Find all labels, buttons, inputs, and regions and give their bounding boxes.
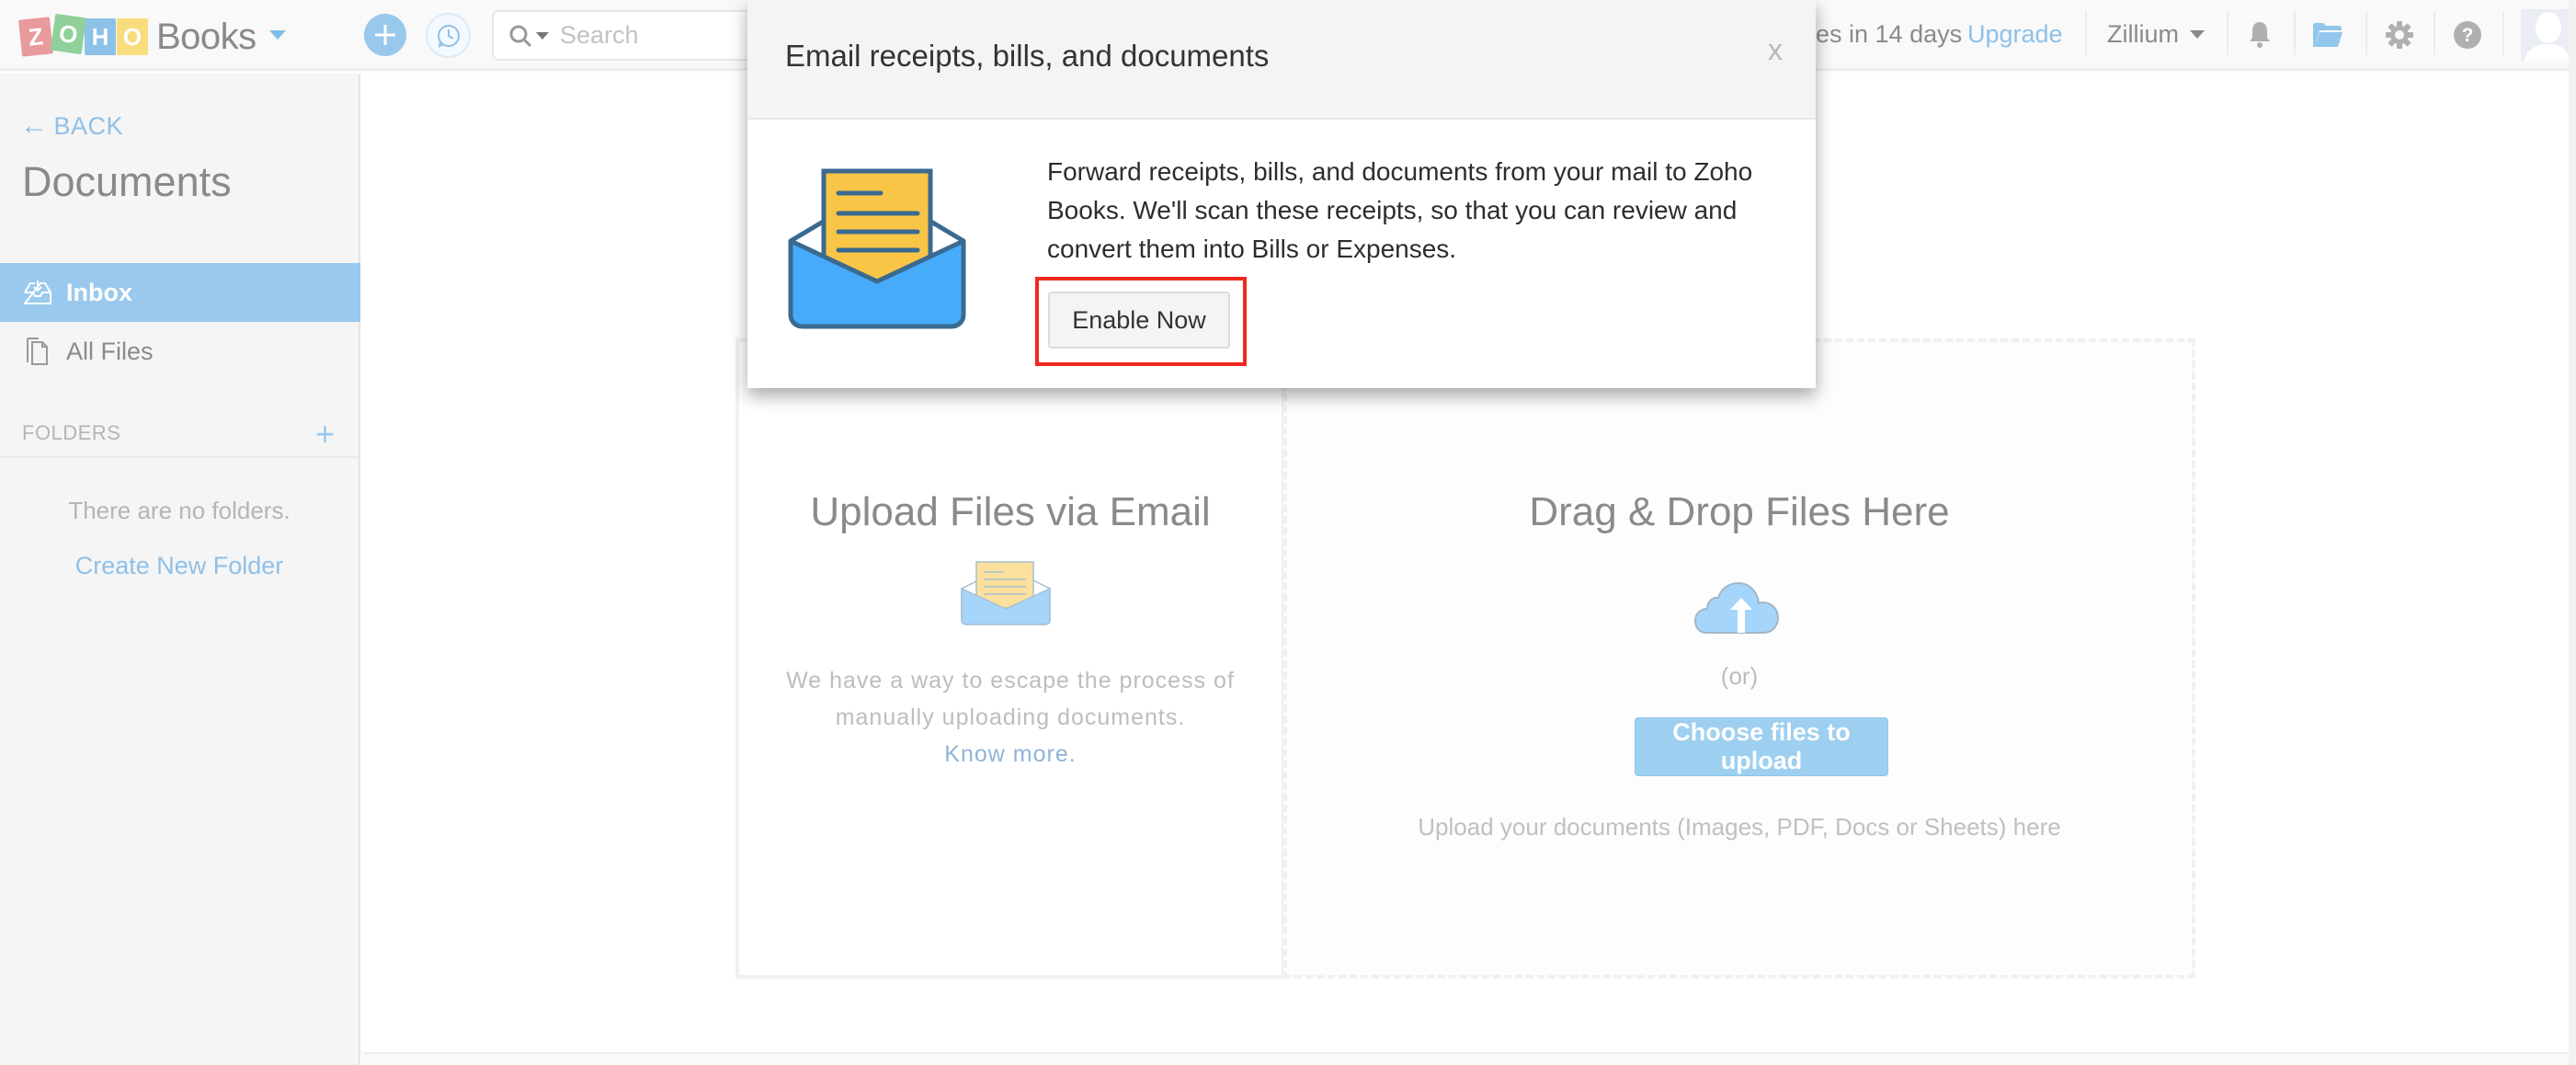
arrow-left-icon: ← bbox=[20, 110, 49, 141]
logo-letter-h: H bbox=[85, 18, 116, 55]
quick-create-button[interactable] bbox=[364, 14, 406, 56]
zoho-books-logo[interactable]: Z O H O Books bbox=[18, 13, 286, 57]
sidebar-item-inbox[interactable]: Inbox bbox=[0, 263, 360, 322]
choose-files-button[interactable]: Choose files to upload bbox=[1635, 717, 1888, 776]
divider bbox=[2085, 11, 2087, 55]
settings-button[interactable] bbox=[2383, 18, 2416, 52]
sidebar-item-label: Inbox bbox=[66, 278, 132, 306]
envelope-icon bbox=[961, 561, 1051, 625]
avatar-icon bbox=[2525, 12, 2569, 61]
upgrade-link[interactable]: Upgrade bbox=[1967, 20, 2063, 49]
drag-drop-panel[interactable]: Drag & Drop Files Here (or) Choose files… bbox=[1283, 338, 2195, 979]
cloud-upload-icon bbox=[1693, 581, 1780, 634]
help-icon: ? bbox=[2454, 21, 2481, 49]
page-scrollbar[interactable] bbox=[2569, 0, 2576, 1065]
bell-icon bbox=[2250, 22, 2270, 48]
know-more-link[interactable]: Know more. bbox=[944, 741, 1076, 767]
folder-icon bbox=[2313, 23, 2342, 47]
divider bbox=[2227, 11, 2228, 55]
back-label: BACK bbox=[53, 111, 124, 140]
empty-folders-message: There are no folders. bbox=[68, 497, 291, 524]
folders-section-header: FOLDERS + bbox=[0, 418, 359, 458]
brand-name: Books bbox=[156, 16, 256, 57]
create-new-folder-link[interactable]: Create New Folder bbox=[0, 552, 359, 580]
upload-area: Upload Files via Email We have a way to … bbox=[735, 338, 2195, 979]
svg-text:?: ? bbox=[2462, 25, 2474, 46]
search-box[interactable] bbox=[492, 10, 786, 61]
add-folder-button[interactable]: + bbox=[315, 418, 335, 451]
organization-name: Zillium bbox=[2107, 20, 2179, 48]
modal-title: Email receipts, bills, and documents bbox=[785, 39, 1270, 73]
search-input[interactable] bbox=[560, 21, 744, 50]
email-forwarding-modal: Email receipts, bills, and documents x F… bbox=[747, 0, 1816, 388]
files-icon bbox=[22, 336, 53, 367]
logo-letter-o: O bbox=[117, 18, 148, 55]
documents-button[interactable] bbox=[2311, 18, 2344, 52]
envelope-document-icon bbox=[788, 168, 966, 329]
upload-hint: Upload your documents (Images, PDF, Docs… bbox=[1418, 813, 2061, 841]
sidebar-item-label: All Files bbox=[66, 337, 154, 365]
notifications-button[interactable] bbox=[2243, 18, 2276, 52]
chevron-down-icon bbox=[2190, 30, 2205, 39]
sidebar-item-all-files[interactable]: All Files bbox=[0, 322, 360, 381]
user-avatar[interactable] bbox=[2521, 9, 2569, 61]
modal-header: Email receipts, bills, and documents x bbox=[747, 0, 1816, 120]
divider bbox=[2294, 11, 2296, 55]
modal-description: Forward receipts, bills, and documents f… bbox=[1047, 157, 1753, 263]
footer-band bbox=[362, 1052, 2569, 1065]
back-link[interactable]: ← BACK bbox=[20, 110, 123, 142]
email-upload-panel: Upload Files via Email We have a way to … bbox=[735, 338, 1285, 979]
search-icon bbox=[509, 25, 532, 47]
enable-now-button[interactable]: Enable Now bbox=[1048, 292, 1230, 349]
divider bbox=[2502, 11, 2504, 55]
search-filter-caret-icon[interactable] bbox=[536, 31, 549, 40]
drop-panel-title: Drag & Drop Files Here bbox=[1529, 489, 1950, 534]
app-switcher-caret-icon[interactable] bbox=[268, 30, 286, 40]
trial-expiry-text: es in 14 days bbox=[1816, 20, 1963, 48]
inbox-icon bbox=[22, 277, 53, 308]
logo-letter-z: Z bbox=[18, 17, 53, 57]
or-separator: (or) bbox=[1720, 662, 1759, 690]
folders-label: FOLDERS bbox=[22, 421, 121, 444]
divider bbox=[2434, 11, 2435, 55]
recent-activity-button[interactable] bbox=[426, 13, 471, 58]
history-icon bbox=[437, 24, 460, 48]
email-panel-description: We have a way to escape the process of m… bbox=[758, 662, 1263, 773]
logo-letter-o: O bbox=[50, 13, 87, 55]
sidebar: ← BACK Documents Inbox All Files FOLDERS… bbox=[0, 74, 360, 1065]
help-button[interactable]: ? bbox=[2451, 18, 2484, 52]
organization-switcher[interactable]: Zillium bbox=[2107, 20, 2205, 49]
page-title: Documents bbox=[22, 158, 232, 205]
plus-icon bbox=[375, 25, 395, 45]
gear-icon bbox=[2386, 21, 2413, 49]
divider bbox=[2365, 11, 2367, 55]
email-panel-description-text: We have a way to escape the process of m… bbox=[786, 668, 1235, 730]
close-button[interactable]: x bbox=[1768, 33, 1783, 67]
email-panel-title: Upload Files via Email bbox=[810, 489, 1211, 534]
